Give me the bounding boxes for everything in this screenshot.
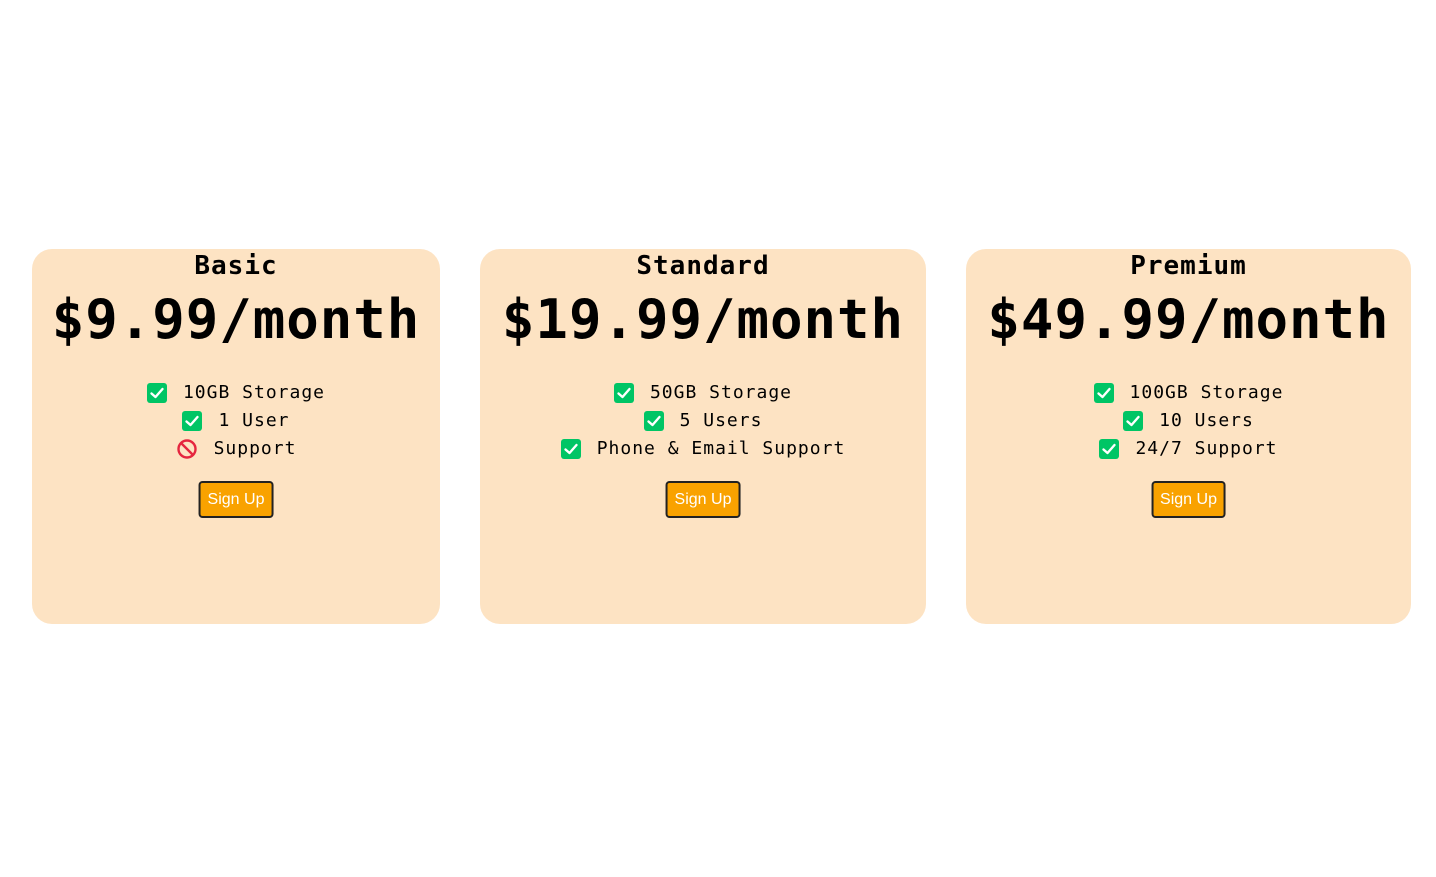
feature-list: 100GB Storage 10 Users 24/7 Support [966,379,1411,463]
feature-label: 24/7 Support [1135,438,1278,459]
feature-item: Support [32,435,440,463]
sign-up-button[interactable]: Sign Up [198,481,274,518]
feature-label: 5 Users [679,410,763,431]
check-icon [643,411,664,431]
check-icon [1123,411,1144,431]
feature-item: 24/7 Support [966,435,1411,463]
plan-name: Standard [636,251,770,281]
pricing-card-basic: Basic $9.99/month 10GB Storage 1 User Su… [32,249,440,624]
ban-icon [176,438,198,460]
pricing-row: Basic $9.99/month 10GB Storage 1 User Su… [0,249,1436,624]
feature-item: 5 Users [480,407,926,435]
check-icon [182,411,203,431]
check-icon [613,383,634,403]
check-icon [146,383,167,403]
sign-up-button[interactable]: Sign Up [1151,481,1226,518]
feature-item: Phone & Email Support [480,435,926,463]
pricing-card-premium: Premium $49.99/month 100GB Storage 10 Us… [966,249,1411,624]
feature-item: 100GB Storage [966,379,1411,407]
plan-name: Basic [194,251,278,281]
feature-item: 10 Users [966,407,1411,435]
feature-list: 50GB Storage 5 Users Phone & Email Suppo… [480,379,926,463]
feature-list: 10GB Storage 1 User Support [32,379,440,463]
check-icon [1093,383,1114,403]
plan-price: $9.99/month [51,288,421,351]
sign-up-button[interactable]: Sign Up [665,481,741,518]
feature-label: Phone & Email Support [596,438,846,459]
feature-label: 10GB Storage [182,382,326,403]
feature-label: Support [213,438,297,459]
feature-label: 50GB Storage [649,382,793,403]
feature-label: 1 User [218,410,290,431]
plan-name: Premium [1130,251,1247,281]
feature-label: 100GB Storage [1129,382,1284,403]
plan-price: $19.99/month [501,288,905,351]
pricing-card-standard: Standard $19.99/month 50GB Storage 5 Use… [480,249,926,624]
feature-item: 1 User [32,407,440,435]
feature-item: 10GB Storage [32,379,440,407]
feature-label: 10 Users [1159,410,1254,431]
plan-price: $49.99/month [987,288,1390,351]
check-icon [560,439,581,459]
feature-item: 50GB Storage [480,379,926,407]
check-icon [1099,439,1120,459]
